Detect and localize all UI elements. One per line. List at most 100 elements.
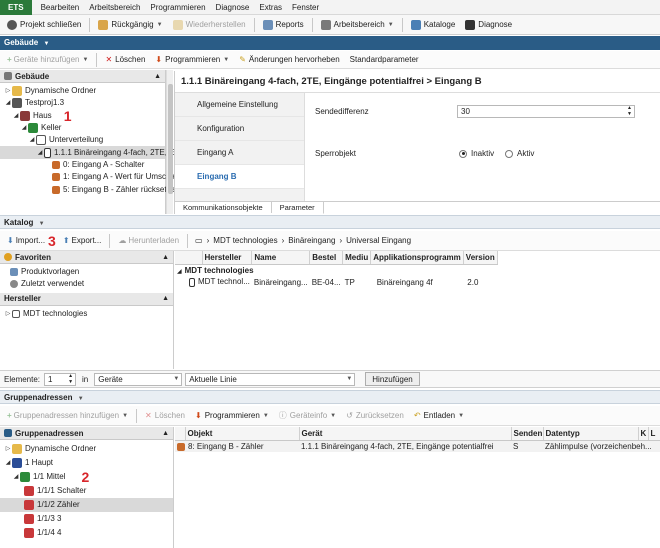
tree-item-object[interactable]: 5: Eingang B - Zähler rücksetzen: [0, 183, 180, 195]
table-group-row[interactable]: ◢ MDT technologies: [175, 264, 497, 276]
menu-diagnostics[interactable]: Diagnose: [211, 0, 255, 15]
collapse-arrow-icon[interactable]: ◢: [36, 147, 44, 159]
catalog-section-header[interactable]: Katalog ▼: [0, 215, 660, 229]
tree-item-house[interactable]: ◢ Haus 1: [0, 109, 165, 123]
tree-item-basement[interactable]: ◢ Keller: [0, 122, 165, 134]
device-info-button[interactable]: ⓘ Geräteinfo ▼: [274, 407, 341, 425]
column-header[interactable]: Applikationsprogramm: [370, 251, 464, 265]
collapse-icon[interactable]: ▲: [162, 251, 169, 264]
delete-button[interactable]: ✕ Löschen: [100, 51, 150, 69]
tree-item-middle-group[interactable]: ◢ 1/1 Mittel 2: [0, 470, 173, 484]
tree-item-group-address[interactable]: 1/1/4 4: [0, 526, 173, 540]
column-header[interactable]: Bestel: [309, 251, 344, 265]
app-menu[interactable]: ETS: [0, 0, 32, 15]
add-button[interactable]: Hinzufügen: [365, 372, 420, 386]
export-button[interactable]: ⬆ Export...: [58, 232, 107, 250]
collapse-arrow-icon[interactable]: ◢: [20, 122, 28, 134]
table-row[interactable]: 8: Eingang B - Zähler 1.1.1 Binäreingang…: [175, 440, 660, 452]
tree-item-group-address[interactable]: 1/1/3 3: [0, 512, 173, 526]
column-header[interactable]: Version: [463, 251, 498, 265]
tree-item-dynamic-folders[interactable]: ▷ Dynamische Ordner: [0, 442, 173, 456]
column-header[interactable]: Datentyp: [543, 427, 639, 441]
catalogs-button[interactable]: Kataloge: [406, 16, 461, 34]
radio-active[interactable]: Aktiv: [505, 149, 534, 158]
menu-window[interactable]: Fenster: [287, 0, 324, 15]
add-devices-button[interactable]: + Geräte hinzufügen ▼: [2, 51, 93, 69]
reports-button[interactable]: Reports: [258, 16, 309, 34]
collapse-arrow-icon[interactable]: ◢: [12, 471, 20, 483]
expand-arrow-icon[interactable]: ▷: [4, 85, 12, 97]
radio-button-icon[interactable]: [459, 149, 467, 158]
expand-arrow-icon[interactable]: ▷: [4, 308, 12, 320]
menu-workspace[interactable]: Arbeitsbereich: [84, 0, 145, 15]
reset-button[interactable]: ↺ Zurücksetzen: [341, 407, 409, 425]
tab-input-b[interactable]: Eingang B: [175, 165, 304, 189]
tab-general-settings[interactable]: Allgemeine Einstellung: [175, 93, 304, 117]
spinner-arrows-icon[interactable]: ▲ ▼: [627, 105, 632, 117]
tab-input-a[interactable]: Eingang A: [175, 141, 304, 165]
collapse-arrow-icon[interactable]: ◢: [4, 97, 12, 109]
favorite-item-recent[interactable]: Zuletzt verwendet: [10, 278, 173, 290]
tab-communication-objects[interactable]: Kommunikationsobjekte: [175, 202, 272, 213]
tree-item-main-group[interactable]: ◢ 1 Haupt: [0, 456, 173, 470]
breadcrumb-item[interactable]: Binäreingang: [288, 236, 335, 245]
collapse-arrow-icon[interactable]: ◢: [28, 134, 36, 146]
tree-item-group-address[interactable]: 1/1/2 Zähler: [0, 498, 173, 512]
diagnostics-button[interactable]: Diagnose: [460, 16, 517, 34]
program-button[interactable]: ⬇ Programmieren ▼: [150, 51, 234, 69]
column-header[interactable]: Senden: [511, 427, 544, 441]
manufacturer-item[interactable]: ▷ MDT technologies: [4, 308, 173, 320]
menu-extras[interactable]: Extras: [254, 0, 287, 15]
expand-arrow-icon[interactable]: ▷: [4, 443, 12, 455]
delete-button[interactable]: ✕ Löschen: [140, 407, 190, 425]
radio-button-icon[interactable]: [505, 149, 513, 158]
table-row[interactable]: MDT technol... Binäreingang... BE-04... …: [175, 276, 497, 288]
menu-program[interactable]: Programmieren: [145, 0, 210, 15]
send-diff-input[interactable]: 30 ▲ ▼: [457, 105, 635, 118]
radio-inactive[interactable]: Inaktiv: [459, 149, 494, 158]
redo-button[interactable]: Wiederherstellen: [168, 16, 251, 34]
column-header[interactable]: Gerät: [299, 427, 512, 441]
tree-item-dynamic-folders[interactable]: ▷ Dynamische Ordner: [0, 85, 165, 97]
column-header[interactable]: K: [638, 427, 649, 441]
program-button[interactable]: ⬇ Programmieren ▼: [190, 407, 274, 425]
collapse-arrow-icon[interactable]: ◢: [177, 269, 182, 275]
breadcrumb-item[interactable]: Universal Eingang: [346, 236, 411, 245]
collapse-icon[interactable]: ▲: [154, 70, 161, 83]
tree-item-device[interactable]: ◢ 1.1.1 Binäreingang 4-fach, 2TE, Ein...: [0, 146, 187, 159]
collapse-icon[interactable]: ▲: [162, 427, 169, 440]
tab-configuration[interactable]: Konfiguration: [175, 117, 304, 141]
column-header[interactable]: Objekt: [185, 427, 300, 441]
tree-item-object[interactable]: 1: Eingang A - Wert für Umschalt...: [0, 171, 186, 183]
favorite-item-templates[interactable]: Produktvorlagen: [10, 266, 173, 278]
tree-item-group-address[interactable]: 1/1/1 Schalter: [0, 484, 173, 498]
elements-count-stepper[interactable]: 1 ▲ ▼: [44, 372, 77, 386]
column-header[interactable]: L: [648, 427, 660, 441]
tree-item-project[interactable]: ◢ Testproj1.3: [0, 97, 165, 109]
manufacturer-header[interactable]: Hersteller ▲: [0, 292, 173, 306]
column-header[interactable]: Name: [251, 251, 311, 265]
tab-parameters[interactable]: Parameter: [271, 201, 324, 214]
highlight-changes-button[interactable]: ✎ Änderungen hervorheben: [234, 51, 344, 69]
target-select[interactable]: Geräte ▼: [94, 372, 183, 386]
line-select[interactable]: Aktuelle Linie ▼: [185, 372, 356, 386]
default-params-button[interactable]: Standardparameter: [345, 51, 424, 69]
import-button[interactable]: ⬇ Import...: [2, 232, 50, 250]
collapse-icon[interactable]: ▲: [162, 292, 169, 305]
buildings-scrollbar[interactable]: [166, 70, 173, 214]
buildings-section-header[interactable]: Gebäude ▼: [0, 36, 660, 50]
collapse-arrow-icon[interactable]: ◢: [4, 457, 12, 469]
workspace-button[interactable]: Arbeitsbereich ▼: [316, 16, 399, 34]
favorites-header[interactable]: Favoriten ▲: [0, 251, 173, 264]
scrollbar-thumb[interactable]: [168, 84, 173, 194]
group-addresses-section-header[interactable]: Gruppenadressen ▼: [0, 390, 660, 404]
tree-item-distribution[interactable]: ◢ Unterverteilung: [0, 134, 165, 146]
undo-button[interactable]: Rückgängig ▼: [93, 16, 167, 34]
download-button[interactable]: ☁ Herunterladen: [113, 232, 184, 250]
menu-edit[interactable]: Bearbeiten: [36, 0, 85, 15]
collapse-arrow-icon[interactable]: ◢: [12, 110, 20, 122]
unload-button[interactable]: ↶ Entladen ▼: [409, 407, 469, 425]
tree-item-object[interactable]: 0: Eingang A - Schalter: [0, 159, 165, 171]
close-project-button[interactable]: Projekt schließen: [2, 16, 86, 34]
column-header[interactable]: Hersteller: [202, 251, 253, 265]
